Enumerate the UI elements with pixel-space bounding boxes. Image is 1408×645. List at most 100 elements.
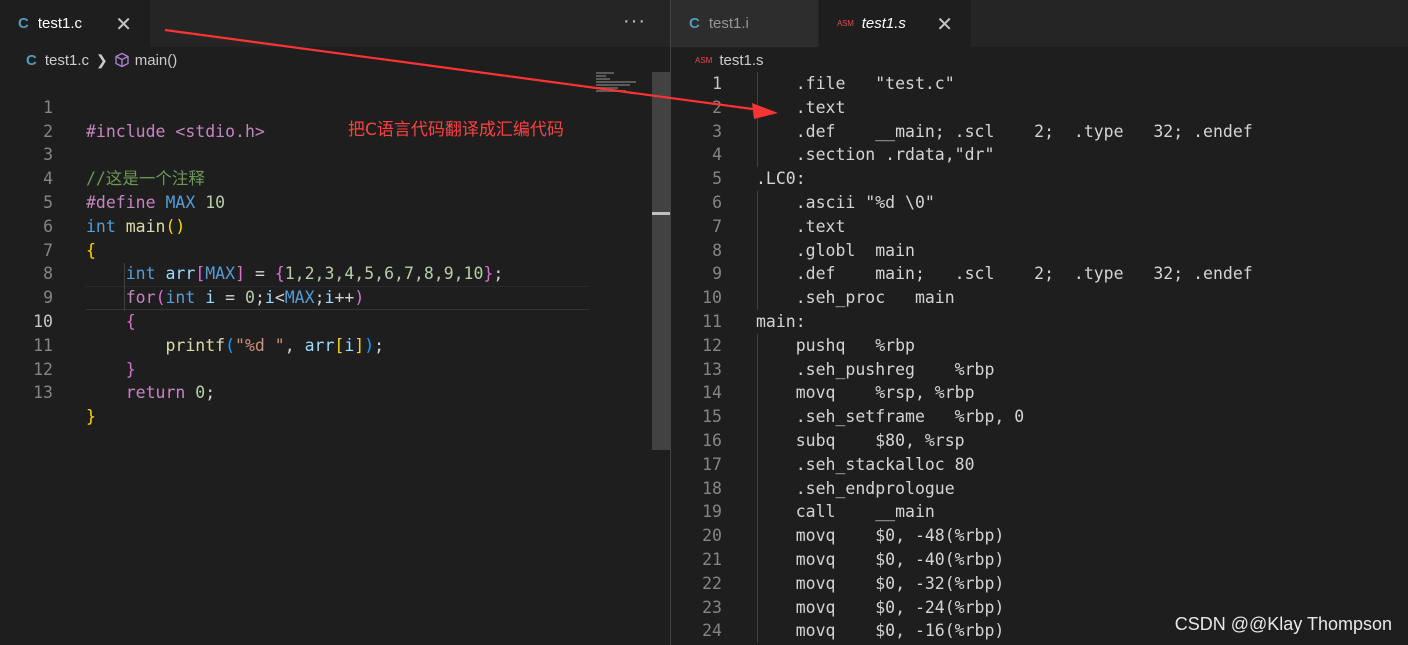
c-code-editor[interactable]: 1 #include <stdio.h> 2 3 //这是一个注释 4 #def… bbox=[0, 72, 670, 426]
close-icon[interactable]: ✕ bbox=[115, 12, 132, 37]
tab-test1-i[interactable]: C test1.i bbox=[671, 0, 818, 47]
code-line: 18 .seh_endprologue bbox=[671, 477, 1408, 501]
minimap[interactable] bbox=[596, 72, 652, 100]
line-number: 7 bbox=[712, 216, 722, 236]
line-number: 15 bbox=[702, 407, 722, 427]
code-line: 6 { bbox=[0, 191, 670, 260]
asm-line-text: .seh_setframe %rbp, 0 bbox=[756, 407, 1025, 427]
line-number: 23 bbox=[702, 597, 722, 617]
code-line: 9 .def main; .scl 2; .type 32; .endef bbox=[671, 262, 1408, 286]
line-number: 2 bbox=[712, 97, 722, 117]
indent-guide bbox=[757, 333, 758, 644]
code-line: 1 .file "test.c" bbox=[671, 72, 1408, 96]
line-number: 5 bbox=[712, 169, 722, 189]
return-statement: return 0; bbox=[125, 383, 216, 403]
line-number: 6 bbox=[712, 192, 722, 212]
asm-line-text: movq $0, -16(%rbp) bbox=[756, 621, 1005, 641]
code-line: 17 .seh_stackalloc 80 bbox=[671, 453, 1408, 477]
code-line: 7 .text bbox=[671, 215, 1408, 239]
line-number: 9 bbox=[712, 264, 722, 284]
chevron-right-icon: ❯ bbox=[96, 51, 108, 68]
asm-line-text: .text bbox=[756, 97, 846, 117]
tab-test1-c[interactable]: C test1.c ✕ bbox=[0, 0, 150, 47]
right-editor-pane: C test1.i ASM test1.s ✕ ASM test1.s 1 .f… bbox=[671, 0, 1408, 645]
brace: } bbox=[86, 407, 96, 427]
line-number: 20 bbox=[702, 526, 722, 546]
line-number: 8 bbox=[712, 240, 722, 260]
asm-line-text: .file "test.c" bbox=[756, 74, 955, 93]
asm-file-icon: ASM bbox=[837, 19, 854, 28]
line-number: 18 bbox=[702, 478, 722, 498]
breadcrumb-file[interactable]: test1.s bbox=[719, 52, 763, 69]
code-line: 1 #include <stdio.h> bbox=[0, 72, 670, 141]
asm-line-text: subq $80, %rsp bbox=[756, 430, 965, 450]
right-tab-bar: C test1.i ASM test1.s ✕ bbox=[671, 0, 1408, 47]
line-number: 4 bbox=[712, 145, 722, 165]
breadcrumb: ASM test1.s bbox=[671, 47, 1408, 73]
asm-line-text: .LC0: bbox=[756, 169, 806, 189]
code-line: 14 movq %rsp, %rbp bbox=[671, 381, 1408, 405]
code-line: 8 .globl main bbox=[671, 239, 1408, 263]
tab-test1-s[interactable]: ASM test1.s ✕ bbox=[819, 0, 971, 47]
line-number: 11 bbox=[702, 311, 722, 331]
tab-label: test1.c bbox=[37, 15, 83, 32]
asm-code-editor[interactable]: 1 .file "test.c" 2 .text 3 .def __main; .s… bbox=[671, 72, 1408, 643]
watermark: CSDN @@Klay Thompson bbox=[1174, 614, 1392, 634]
line-number: 22 bbox=[702, 573, 722, 593]
breadcrumb: C test1.c ❯ main() bbox=[0, 47, 670, 73]
scrollbar-position-marker bbox=[652, 212, 670, 215]
cube-symbol-icon bbox=[114, 52, 130, 68]
asm-line-text: .section .rdata,"dr" bbox=[756, 145, 995, 165]
code-line: 5 .LC0: bbox=[671, 167, 1408, 191]
code-line: 7 int arr[MAX] = {1,2,3,4,5,6,7,8,9,10}; bbox=[0, 215, 670, 284]
tab-label: test1.s bbox=[861, 15, 906, 32]
asm-line-text: movq $0, -24(%rbp) bbox=[756, 597, 1005, 617]
code-line: 12 return 0; bbox=[0, 334, 670, 403]
indent-guide bbox=[757, 72, 758, 168]
close-icon[interactable]: ✕ bbox=[936, 12, 953, 37]
asm-line-text: movq $0, -32(%rbp) bbox=[756, 573, 1005, 593]
code-line: 22 movq $0, -32(%rbp) bbox=[671, 572, 1408, 596]
line-number: 13 bbox=[33, 383, 53, 403]
asm-file-icon: ASM bbox=[695, 55, 713, 65]
asm-line-text: .seh_endprologue bbox=[756, 478, 955, 498]
line-number: 24 bbox=[702, 621, 722, 641]
asm-line-text: movq $0, -48(%rbp) bbox=[756, 526, 1005, 546]
asm-line-text: .ascii "%d \0" bbox=[756, 192, 935, 212]
code-line: 15 .seh_setframe %rbp, 0 bbox=[671, 405, 1408, 429]
code-line: 3 //这是一个注释 bbox=[0, 120, 670, 188]
code-line: 4 .section .rdata,"dr" bbox=[671, 143, 1408, 167]
code-line: 10 .seh_proc main bbox=[671, 286, 1408, 310]
code-line: 11 main: bbox=[671, 310, 1408, 334]
code-line: 11 } bbox=[0, 310, 670, 379]
breadcrumb-symbol[interactable]: main() bbox=[135, 52, 178, 69]
line-number: 3 bbox=[712, 121, 722, 141]
left-tab-bar: C test1.c ✕ ··· bbox=[0, 0, 670, 47]
code-line: 8 for(int i = 0;i<MAX;i++) bbox=[0, 239, 670, 307]
asm-line-text: movq %rsp, %rbp bbox=[756, 383, 975, 403]
code-line: 16 subq $80, %rsp bbox=[671, 429, 1408, 453]
c-file-icon: C bbox=[689, 15, 700, 32]
code-line: 13 } bbox=[0, 358, 670, 426]
line-number: 13 bbox=[702, 359, 722, 379]
asm-line-text: .seh_stackalloc 80 bbox=[756, 454, 975, 474]
line-number: 19 bbox=[702, 502, 722, 522]
code-line: 9 { bbox=[0, 262, 670, 331]
code-line: 3 .def __main; .scl 2; .type 32; .endef bbox=[671, 120, 1408, 144]
line-number: 14 bbox=[702, 383, 722, 403]
asm-line-text: pushq %rbp bbox=[756, 335, 915, 355]
code-line: 6 .ascii "%d \0" bbox=[671, 191, 1408, 215]
code-line: 21 movq $0, -40(%rbp) bbox=[671, 548, 1408, 572]
more-actions-icon[interactable]: ··· bbox=[623, 10, 646, 33]
code-line: 19 call __main bbox=[671, 500, 1408, 524]
code-line: 10 printf("%d ", arr[i]); bbox=[0, 286, 670, 355]
line-number: 17 bbox=[702, 454, 722, 474]
code-line: 5 int main() bbox=[0, 167, 670, 236]
indent-guide bbox=[757, 191, 758, 310]
asm-line-text: .globl main bbox=[756, 240, 915, 260]
breadcrumb-file[interactable]: test1.c bbox=[45, 52, 89, 69]
asm-line-text: movq $0, -40(%rbp) bbox=[756, 549, 1005, 569]
scrollbar-thumb[interactable] bbox=[652, 72, 670, 450]
scrollbar-track[interactable] bbox=[1391, 72, 1408, 645]
code-line: 4 #define MAX 10 bbox=[0, 143, 670, 212]
